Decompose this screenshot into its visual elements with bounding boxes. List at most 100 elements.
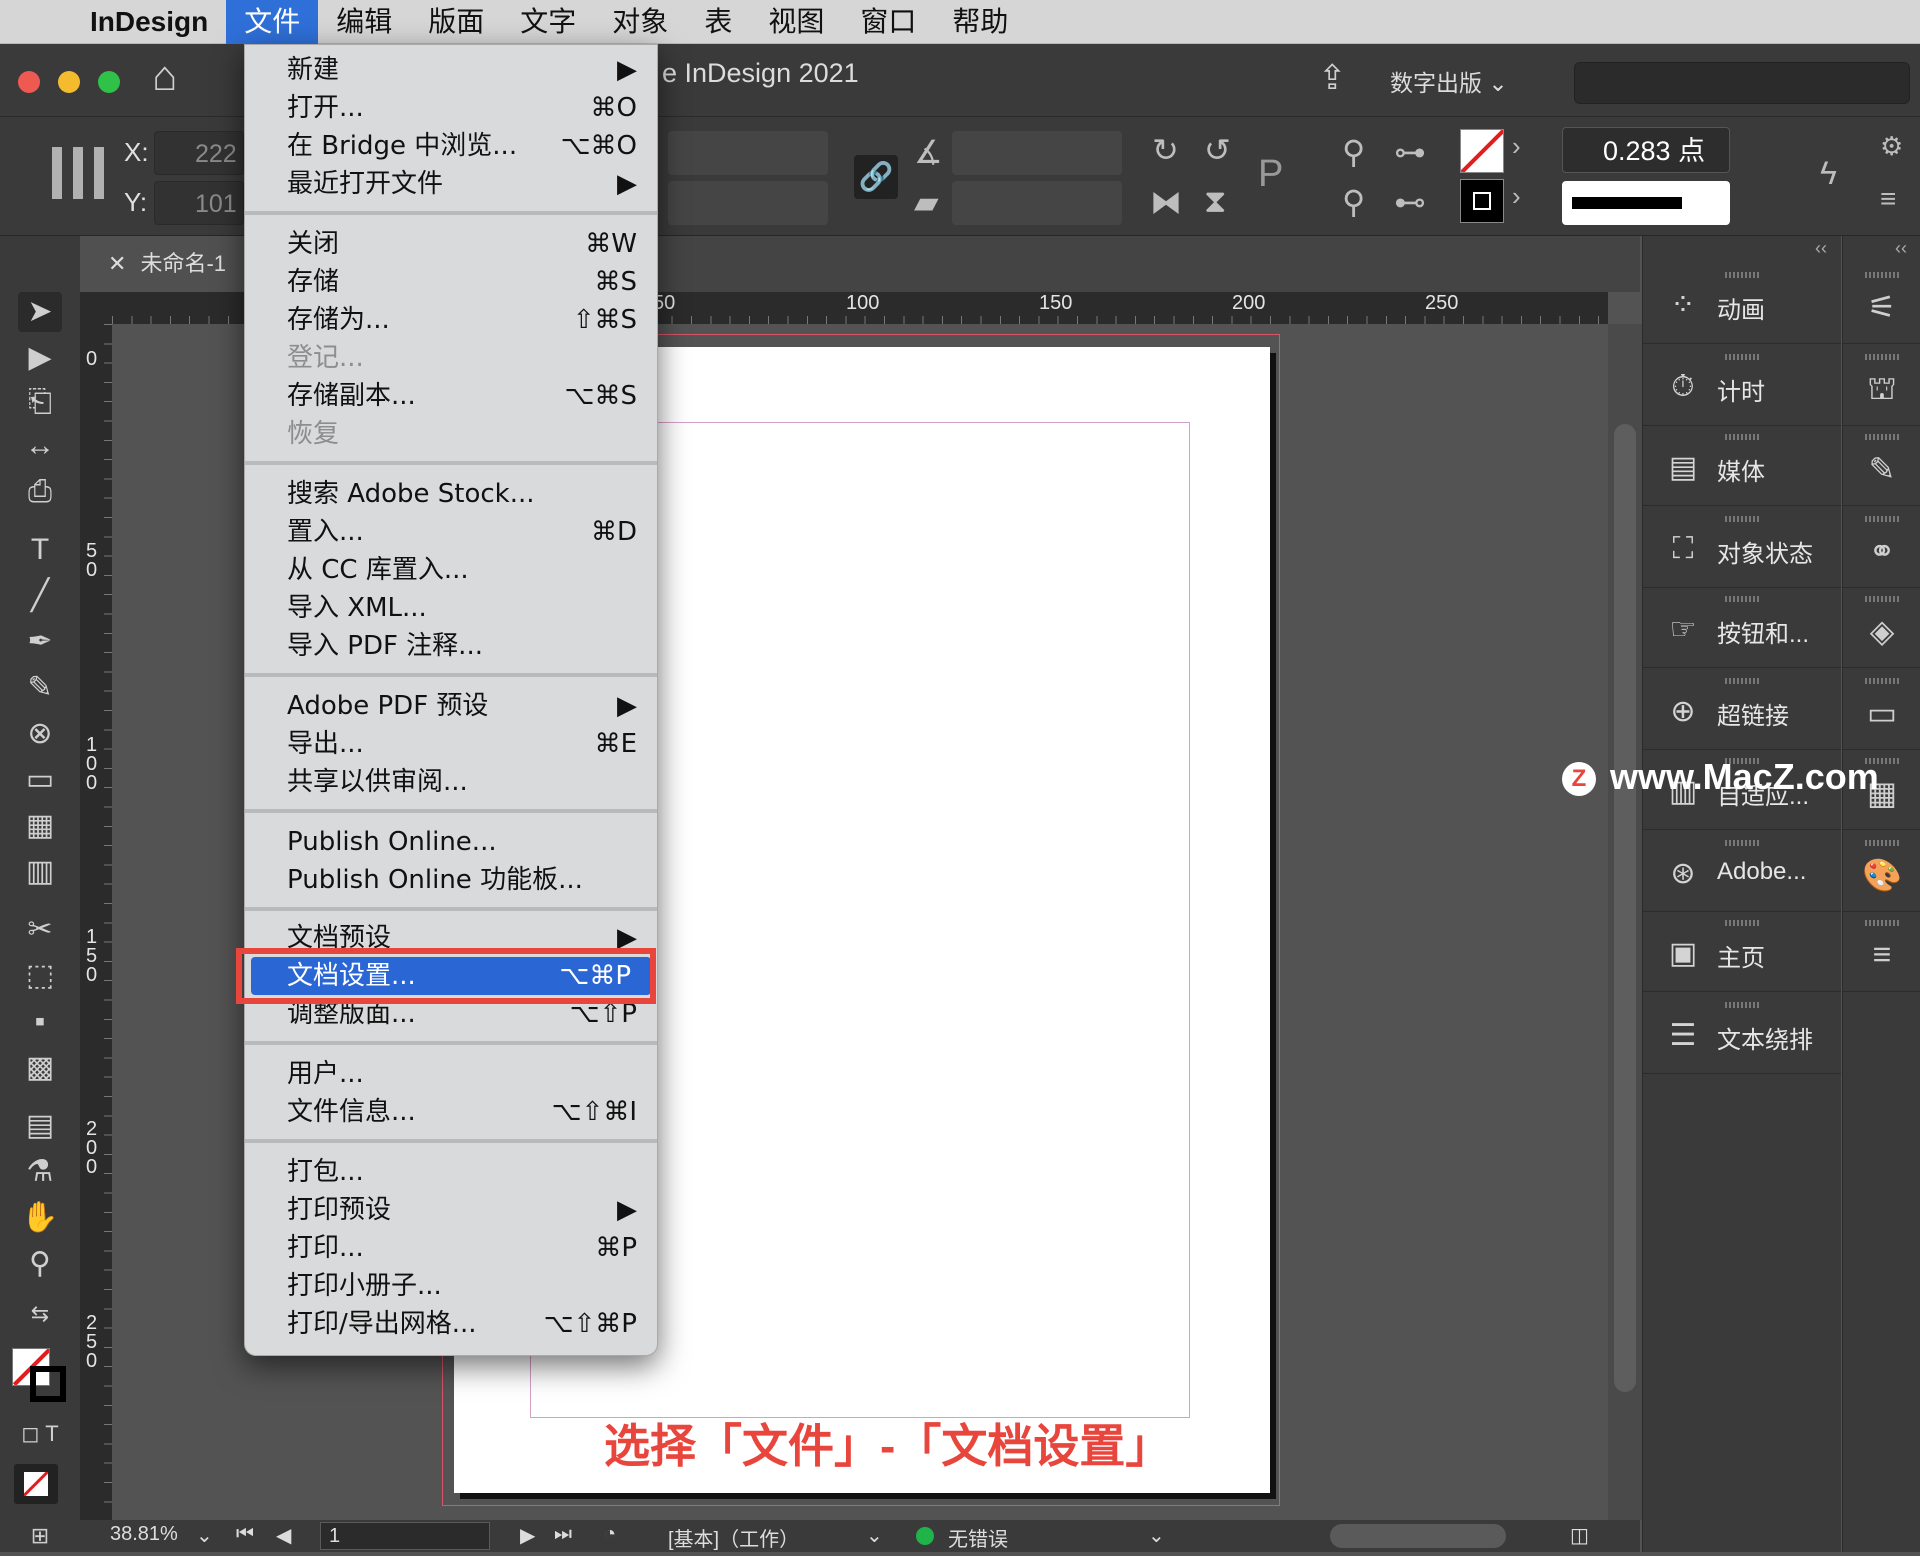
- fill-chevron-icon[interactable]: ›: [1512, 131, 1521, 162]
- app-menu[interactable]: InDesign: [70, 6, 226, 38]
- stroke-color-icon[interactable]: [30, 1366, 66, 1402]
- menu-item-package[interactable]: 打包...: [245, 1153, 657, 1191]
- panel-hyperlinks[interactable]: ⊕ 超链接: [1643, 670, 1841, 750]
- formatting-affects-icon[interactable]: ◻ T: [18, 1414, 62, 1454]
- panel-swatches[interactable]: ▭: [1843, 670, 1920, 750]
- flip-horizontal-icon[interactable]: ⧓: [1150, 183, 1182, 221]
- horizontal-scrollbar[interactable]: [1330, 1524, 1506, 1548]
- panel-links[interactable]: ⚭: [1843, 508, 1920, 588]
- collapse-panels-icon[interactable]: ‹‹: [1895, 238, 1907, 259]
- previous-page-icon[interactable]: ◀: [276, 1523, 291, 1548]
- panel-buttons-forms[interactable]: ☞ 按钮和...: [1643, 588, 1841, 668]
- rotate-ccw-icon[interactable]: ↺: [1204, 131, 1231, 169]
- apply-none-icon[interactable]: [14, 1464, 58, 1504]
- select-previous-icon[interactable]: ⊶: [1394, 133, 1426, 171]
- menu-item-print-export-grid[interactable]: 打印/导出网格... ⌥⇧⌘P: [245, 1305, 657, 1343]
- minimize-window-button[interactable]: [58, 71, 80, 93]
- width-dropdown[interactable]: [668, 131, 828, 175]
- menu-item-place[interactable]: 置入... ⌘D: [245, 513, 657, 551]
- quick-apply-icon[interactable]: ϟ: [1820, 155, 1837, 192]
- menu-item-import-pdf-comments[interactable]: 导入 PDF 注释...: [245, 627, 657, 665]
- gradient-swatch-tool-icon[interactable]: ▪: [18, 1002, 62, 1042]
- search-input[interactable]: [1574, 62, 1910, 104]
- line-tool-icon[interactable]: ╱: [18, 576, 62, 616]
- menu-type[interactable]: 文字: [502, 0, 594, 44]
- panel-properties[interactable]: ⚟: [1843, 264, 1920, 344]
- share-icon[interactable]: ⇪: [1318, 58, 1347, 98]
- height-dropdown[interactable]: [668, 181, 828, 225]
- menu-item-user[interactable]: 用户...: [245, 1055, 657, 1093]
- preflight-status[interactable]: 无错误: [948, 1523, 1008, 1552]
- grid-tool-icon[interactable]: ▦: [18, 806, 62, 846]
- swap-fill-stroke-icon[interactable]: ⇆: [18, 1294, 62, 1334]
- panel-menu-icon[interactable]: ≡: [1880, 183, 1896, 215]
- next-page-icon[interactable]: ▶: [520, 1523, 535, 1548]
- menu-view[interactable]: 视图: [750, 0, 842, 44]
- menu-item-publish-online[interactable]: Publish Online...: [245, 823, 657, 861]
- constrain-link-icon[interactable]: 🔗: [854, 155, 898, 199]
- gap-tool-icon[interactable]: ↔: [18, 426, 62, 466]
- note-tool-icon[interactable]: ▤: [18, 1106, 62, 1146]
- menu-file[interactable]: 文件: [226, 0, 319, 44]
- vertical-scrollbar[interactable]: [1608, 324, 1642, 1520]
- rotate-dropdown[interactable]: [952, 131, 1122, 175]
- panel-cc-libraries[interactable]: ⛫: [1843, 346, 1920, 426]
- select-container-icon[interactable]: ⚲: [1342, 133, 1365, 171]
- menu-item-save-as[interactable]: 存储为... ⇧⌘S: [245, 301, 657, 339]
- panel-animation[interactable]: ⁘ 动画: [1643, 264, 1841, 344]
- menu-item-adobe-pdf-presets[interactable]: Adobe PDF 预设 ▶: [245, 687, 657, 725]
- preflight-profile[interactable]: [基本]（工作）: [668, 1523, 799, 1552]
- hand-tool-icon[interactable]: ✋: [18, 1198, 62, 1238]
- x-position-field[interactable]: 222: [154, 131, 244, 175]
- panel-color[interactable]: 🎨: [1843, 832, 1920, 912]
- menu-item-place-from-cc[interactable]: 从 CC 库置入...: [245, 551, 657, 589]
- selection-tool-icon[interactable]: ➤: [18, 292, 62, 332]
- gear-icon[interactable]: ⚙: [1880, 131, 1903, 162]
- y-position-field[interactable]: 101: [154, 181, 244, 225]
- menu-item-export[interactable]: 导出... ⌘E: [245, 725, 657, 763]
- menu-item-save-copy[interactable]: 存储副本... ⌥⌘S: [245, 377, 657, 415]
- menu-item-open[interactable]: 打开... ⌘O: [245, 89, 657, 127]
- menu-object[interactable]: 对象: [594, 0, 686, 44]
- menu-item-save[interactable]: 存储 ⌘S: [245, 263, 657, 301]
- reference-point-icon[interactable]: [52, 147, 104, 199]
- document-tab[interactable]: ✕未命名-1 @: [80, 236, 250, 332]
- close-window-button[interactable]: [18, 71, 40, 93]
- scroll-thumb[interactable]: [1614, 424, 1636, 1392]
- last-page-icon[interactable]: ⏭: [554, 1523, 572, 1546]
- zoom-chevron-icon[interactable]: ⌄: [196, 1523, 213, 1548]
- select-next-icon[interactable]: ⊷: [1394, 183, 1426, 221]
- pen-tool-icon[interactable]: ✒: [18, 622, 62, 662]
- workspace-switcher[interactable]: 数字出版 ⌄: [1390, 64, 1508, 98]
- menu-item-import-xml[interactable]: 导入 XML...: [245, 589, 657, 627]
- page-number-field[interactable]: 1: [320, 1522, 490, 1550]
- panel-media[interactable]: ▤ 媒体: [1643, 426, 1841, 506]
- panel-paragraph[interactable]: ≡: [1843, 912, 1920, 992]
- split-view-icon[interactable]: ◫: [1570, 1523, 1589, 1548]
- menu-item-open-recent[interactable]: 最近打开文件 ▶: [245, 165, 657, 203]
- close-icon[interactable]: ✕: [108, 251, 126, 276]
- menu-item-publish-online-dashboard[interactable]: Publish Online 功能板...: [245, 861, 657, 899]
- select-content-icon[interactable]: ⚲: [1342, 183, 1365, 221]
- rotate-cw-icon[interactable]: ↻: [1152, 131, 1179, 169]
- direct-selection-tool-icon[interactable]: ▶: [18, 338, 62, 378]
- stroke-swatch[interactable]: [1460, 179, 1504, 223]
- menu-help[interactable]: 帮助: [934, 0, 1026, 44]
- panel-edit[interactable]: ✎: [1843, 426, 1920, 506]
- columns-tool-icon[interactable]: ▥: [18, 852, 62, 892]
- screen-mode-icon[interactable]: ⊞: [18, 1516, 62, 1556]
- eyedropper-tool-icon[interactable]: ⚗: [18, 1152, 62, 1192]
- vertical-ruler[interactable]: 0 50 100 150 200 250: [80, 324, 112, 1520]
- fill-none-swatch[interactable]: [1460, 129, 1504, 173]
- menu-item-print[interactable]: 打印... ⌘P: [245, 1229, 657, 1267]
- scissors-tool-icon[interactable]: ✂: [18, 910, 62, 950]
- menu-item-new[interactable]: 新建 ▶: [245, 51, 657, 89]
- zoom-level[interactable]: 38.81%: [110, 1523, 178, 1546]
- menu-item-browse-bridge[interactable]: 在 Bridge 中浏览... ⌥⌘O: [245, 127, 657, 165]
- menu-window[interactable]: 窗口: [842, 0, 934, 44]
- rectangle-frame-tool-icon[interactable]: ⊗: [18, 714, 62, 754]
- zoom-tool-icon[interactable]: ⚲: [18, 1244, 62, 1284]
- zoom-window-button[interactable]: [98, 71, 120, 93]
- type-tool-icon[interactable]: T: [18, 530, 62, 570]
- stroke-chevron-icon[interactable]: ›: [1512, 181, 1521, 212]
